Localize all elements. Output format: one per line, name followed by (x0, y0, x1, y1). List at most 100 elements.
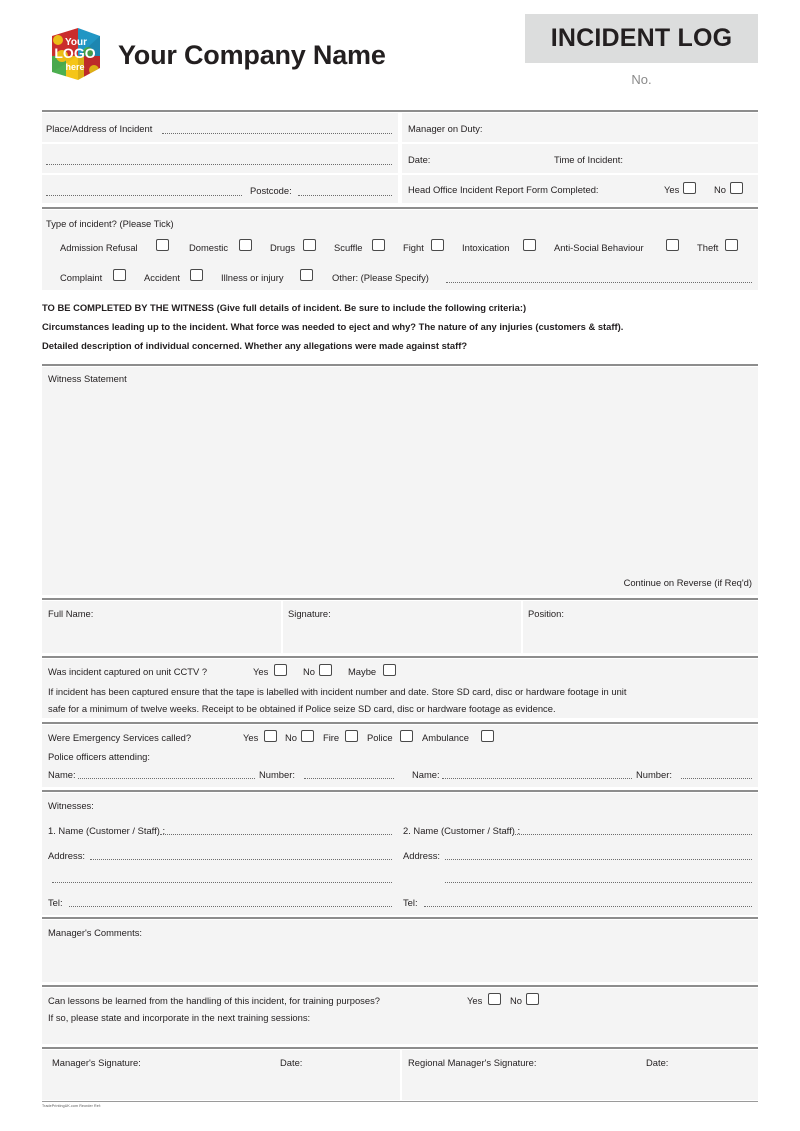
head-office-row[interactable]: Head Office Incident Report Form Complet… (402, 175, 758, 203)
column-divider-1 (281, 601, 283, 653)
type-admission-refusal-label: Admission Refusal (60, 242, 138, 253)
type-anti-social-label: Anti-Social Behaviour (554, 242, 644, 253)
divider-witnesses (42, 790, 758, 792)
company-name: Your Company Name (118, 40, 386, 70)
incident-type-section: Type of incident? (Please Tick) Admissio… (42, 210, 758, 290)
witness-1-name-line[interactable] (160, 834, 392, 835)
place-address-label: Place/Address of Incident (46, 123, 153, 134)
witness-instruction-3: Detailed description of individual conce… (42, 340, 468, 351)
type-drugs-label: Drugs (270, 242, 296, 253)
lessons-no-checkbox[interactable] (526, 993, 539, 1005)
witness-2-address-line-2[interactable] (445, 882, 752, 883)
type-theft-checkbox[interactable] (725, 239, 738, 251)
incident-log-badge: INCIDENT LOG (525, 14, 758, 63)
place-row-2[interactable] (42, 144, 398, 173)
cctv-question: Was incident captured on unit CCTV ? (48, 666, 208, 677)
police-number-1-line[interactable] (304, 778, 394, 779)
cctv-yes-label: Yes (253, 666, 269, 677)
emergency-ambulance-checkbox[interactable] (481, 730, 494, 742)
manager-on-duty-row[interactable]: Manager on Duty: (402, 113, 758, 142)
lessons-question: Can lessons be learned from the handling… (48, 995, 380, 1006)
emergency-yes-checkbox[interactable] (264, 730, 277, 742)
manager-on-duty-label: Manager on Duty: (408, 123, 483, 134)
witness-2-tel-line[interactable] (424, 906, 752, 907)
logo-line3: here (65, 62, 84, 72)
head-office-no-label: No (714, 184, 726, 195)
type-admission-refusal-checkbox[interactable] (156, 239, 169, 251)
witness-2-tel-label: Tel: (403, 897, 418, 908)
incident-type-heading: Type of incident? (Please Tick) (46, 218, 174, 229)
emergency-police-checkbox[interactable] (400, 730, 413, 742)
witness-1-name-label: 1. Name (Customer / Staff) : (48, 825, 166, 836)
head-office-yes-checkbox[interactable] (683, 182, 696, 194)
cctv-yes-checkbox[interactable] (274, 664, 287, 676)
type-fight-checkbox[interactable] (431, 239, 444, 251)
witness-1-address-line-1[interactable] (90, 859, 392, 860)
police-name-2-line[interactable] (442, 778, 632, 779)
emergency-fire-label: Fire (323, 732, 340, 743)
emergency-question: Were Emergency Services called? (48, 732, 192, 743)
witness-2-name-line[interactable] (515, 834, 752, 835)
type-other-line[interactable] (446, 282, 752, 283)
type-accident-label: Accident (144, 272, 180, 283)
cctv-maybe-label: Maybe (348, 666, 377, 677)
witness-instruction-2: Circumstances leading up to the incident… (42, 321, 624, 332)
divider-lessons (42, 985, 758, 987)
place-row-3[interactable]: Postcode: (42, 175, 398, 203)
type-complaint-checkbox[interactable] (113, 269, 126, 281)
emergency-no-checkbox[interactable] (301, 730, 314, 742)
emergency-yes-label: Yes (243, 732, 259, 743)
divider-signoff (42, 1047, 758, 1049)
incident-log-page: Your LOGO here Your Company Name INCIDEN… (0, 0, 800, 1131)
lessons-no-label: No (510, 995, 522, 1006)
emergency-police-label: Police (367, 732, 393, 743)
type-intoxication-checkbox[interactable] (523, 239, 536, 251)
divider-signature-row (42, 598, 758, 600)
full-name-label: Full Name: (48, 608, 94, 619)
type-accident-checkbox[interactable] (190, 269, 203, 281)
cctv-no-checkbox[interactable] (319, 664, 332, 676)
manager-comments-box[interactable]: Manager's Comments: (42, 920, 758, 982)
police-name-2-label: Name: (412, 769, 440, 780)
place-line-3[interactable] (46, 195, 242, 196)
witness-statement-box[interactable]: Witness Statement Continue on Reverse (i… (42, 367, 758, 595)
cctv-note-line-2: safe for a minimum of twelve weeks. Rece… (48, 703, 556, 714)
police-name-1-line[interactable] (78, 778, 255, 779)
manager-comments-label: Manager's Comments: (48, 927, 143, 938)
witness-statement-label: Witness Statement (48, 373, 127, 384)
place-row-1[interactable]: Place/Address of Incident (42, 113, 398, 142)
divider-manager-comments (42, 917, 758, 919)
date-time-row[interactable]: Date: Time of Incident: (402, 144, 758, 173)
type-fight-label: Fight (403, 242, 424, 253)
emergency-services-section: Were Emergency Services called? Yes No F… (42, 725, 758, 787)
postcode-line[interactable] (298, 195, 392, 196)
divider-bottom (42, 1101, 758, 1102)
cctv-maybe-checkbox[interactable] (383, 664, 396, 676)
witness-1-tel-line[interactable] (69, 906, 392, 907)
date-label: Date: (408, 154, 431, 165)
emergency-no-label: No (285, 732, 297, 743)
divider-top (42, 110, 758, 112)
type-scuffle-checkbox[interactable] (372, 239, 385, 251)
type-anti-social-checkbox[interactable] (666, 239, 679, 251)
witness-1-address-line-2[interactable] (52, 882, 392, 883)
regional-signature-label: Regional Manager's Signature: (408, 1057, 537, 1068)
type-drugs-checkbox[interactable] (303, 239, 316, 251)
emergency-fire-checkbox[interactable] (345, 730, 358, 742)
regional-date-label: Date: (646, 1057, 669, 1068)
police-number-2-line[interactable] (681, 778, 752, 779)
column-divider-2 (521, 601, 523, 653)
witness-2-address-line-1[interactable] (445, 859, 752, 860)
type-domestic-label: Domestic (189, 242, 229, 253)
witness-2-address-label: Address: (403, 850, 440, 861)
place-line-2[interactable] (46, 164, 392, 165)
head-office-form-label: Head Office Incident Report Form Complet… (408, 184, 599, 195)
lessons-yes-checkbox[interactable] (488, 993, 501, 1005)
type-illness-injury-checkbox[interactable] (300, 269, 313, 281)
police-number-1-label: Number: (259, 769, 295, 780)
head-office-no-checkbox[interactable] (730, 182, 743, 194)
place-line-1[interactable] (162, 133, 392, 134)
head-office-yes-label: Yes (664, 184, 680, 195)
incident-number-label: No. (631, 72, 652, 87)
type-domestic-checkbox[interactable] (239, 239, 252, 251)
